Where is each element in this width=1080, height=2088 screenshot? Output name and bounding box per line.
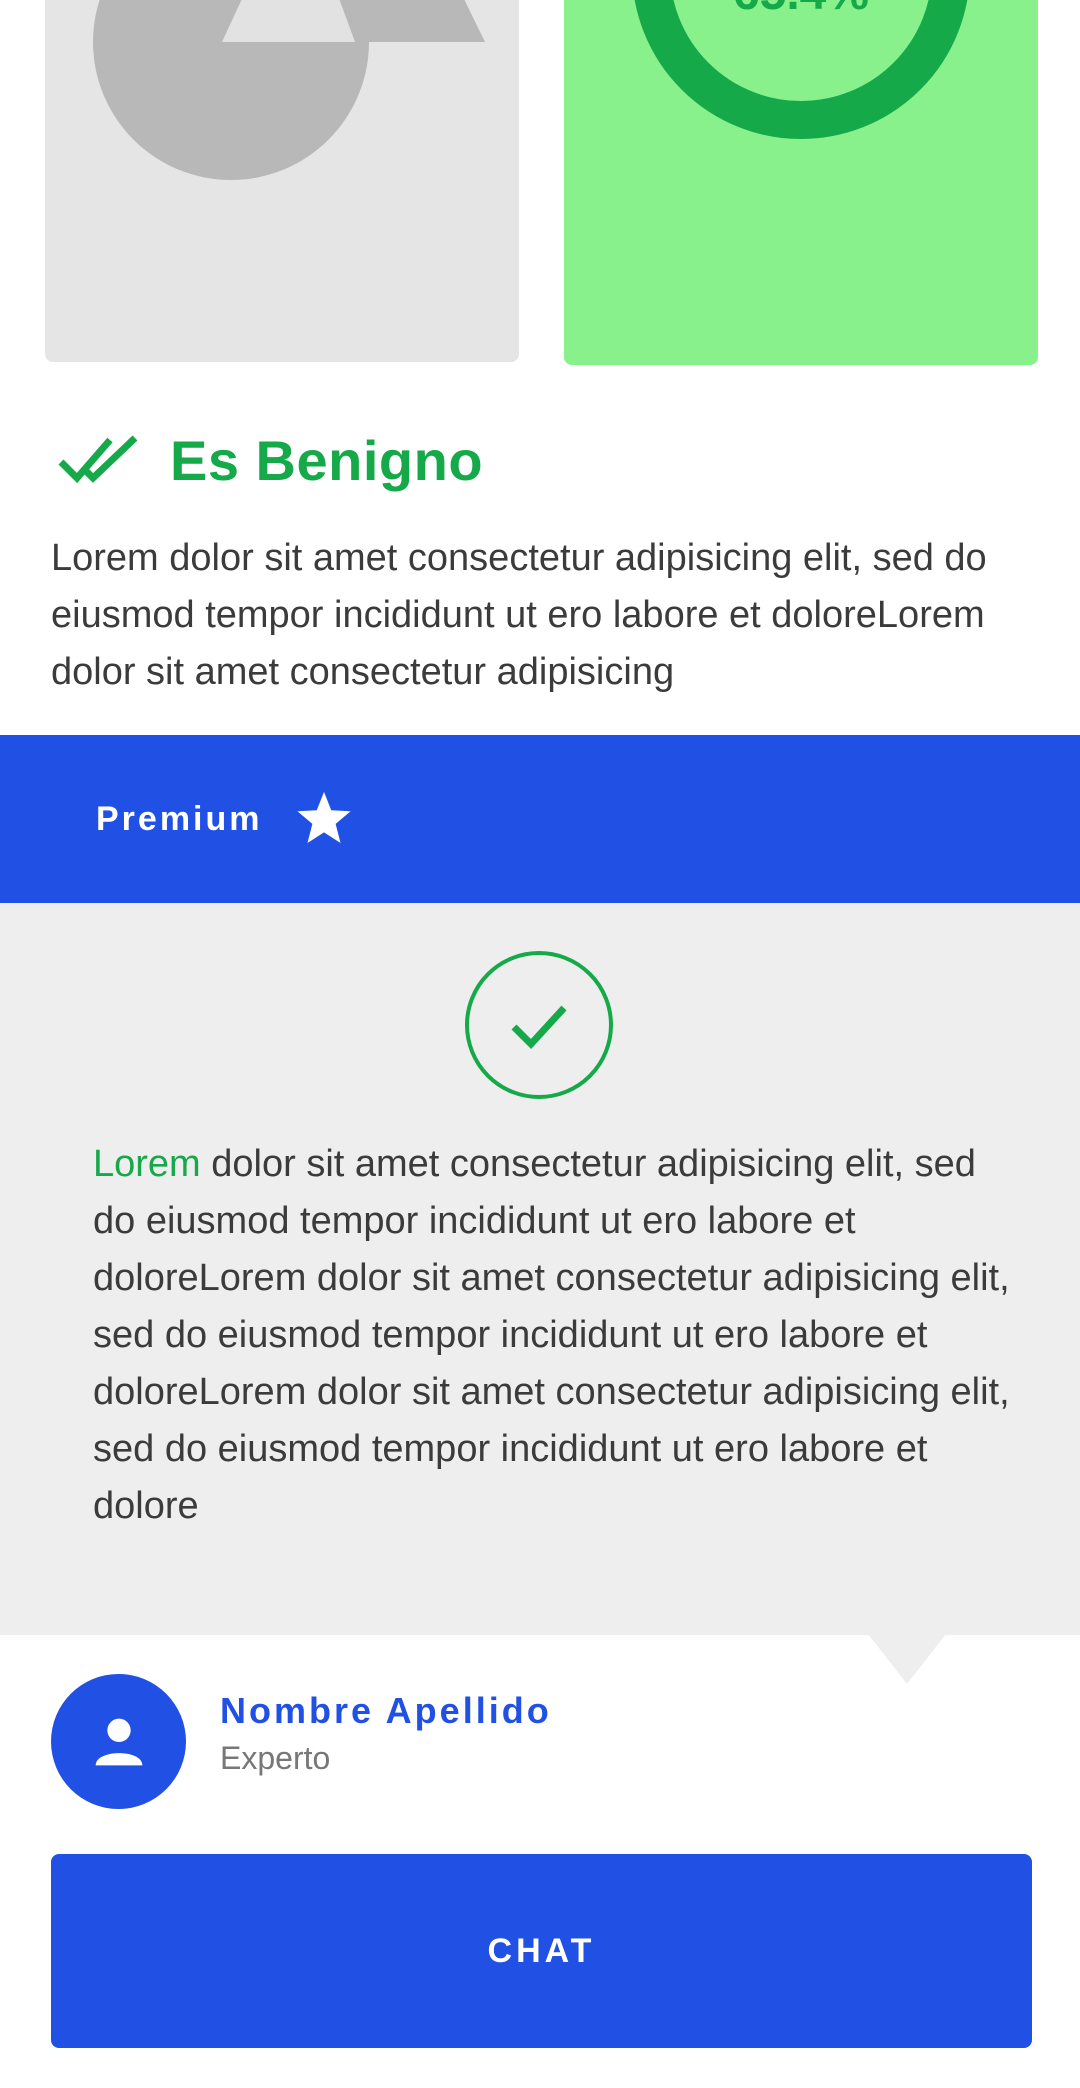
message-highlight: Lorem bbox=[93, 1143, 201, 1185]
expert-message-text: Lorem dolor sit amet consectetur adipisi… bbox=[93, 1136, 1023, 1535]
expert-role: Experto bbox=[220, 1740, 331, 1776]
speech-pointer bbox=[868, 1634, 946, 1684]
placeholder-shapes-icon bbox=[93, 0, 485, 180]
result-description: Lorem dolor sit amet consectetur adipisi… bbox=[51, 537, 987, 693]
result-header: Es Benigno bbox=[55, 420, 483, 500]
score-percent: 65.4% bbox=[564, 0, 1038, 18]
score-card: 65.4% bbox=[564, 0, 1038, 365]
result-title: Es Benigno bbox=[170, 428, 484, 492]
expert-name: Nombre Apellido bbox=[220, 1690, 552, 1731]
premium-label: Premium bbox=[96, 799, 263, 838]
premium-banner: Premium bbox=[0, 735, 1080, 903]
double-check-icon bbox=[58, 435, 138, 484]
avatar bbox=[51, 1674, 186, 1809]
circle-check-icon bbox=[465, 951, 613, 1099]
message-body: dolor sit amet consectetur adipisicing e… bbox=[93, 1143, 1010, 1527]
person-icon bbox=[95, 1718, 142, 1765]
chat-button[interactable]: CHAT bbox=[51, 1854, 1032, 2048]
image-placeholder-card bbox=[45, 0, 519, 362]
star-icon bbox=[296, 791, 351, 844]
score-ring bbox=[634, 0, 968, 139]
